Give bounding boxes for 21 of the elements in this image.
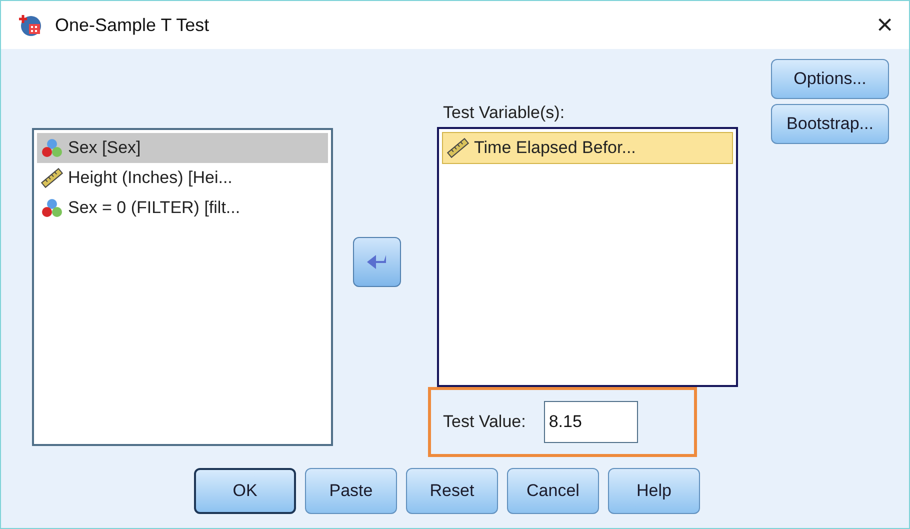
dialog-button[interactable]: OK bbox=[194, 468, 296, 514]
variable-item[interactable]: Time Elapsed Befor... bbox=[442, 132, 733, 164]
dialog-button[interactable]: Paste bbox=[305, 468, 397, 514]
dialog-button[interactable]: Reset bbox=[406, 468, 498, 514]
dialog-button[interactable]: Options... bbox=[771, 59, 889, 99]
variable-item[interactable]: Sex = 0 (FILTER) [filt... bbox=[37, 193, 328, 223]
dialog-button[interactable]: Help bbox=[608, 468, 700, 514]
nominal-variable-icon bbox=[41, 138, 63, 158]
variable-item[interactable]: Height (Inches) [Hei... bbox=[37, 163, 328, 193]
arrow-icon bbox=[366, 253, 388, 271]
test-value-field[interactable]: 8.15 bbox=[544, 401, 638, 443]
move-arrow-button[interactable] bbox=[353, 237, 401, 287]
window-title: One-Sample T Test bbox=[55, 14, 210, 36]
variable-item[interactable]: Sex [Sex] bbox=[37, 133, 328, 163]
dialog-button[interactable]: Bootstrap... bbox=[771, 104, 889, 144]
test-variables-label: Test Variable(s): bbox=[443, 103, 566, 123]
close-button[interactable]: × bbox=[876, 9, 893, 41]
nominal-variable-icon bbox=[41, 198, 63, 218]
test-value-label: Test Value: bbox=[443, 412, 526, 432]
app-icon bbox=[19, 13, 43, 37]
dialog-button[interactable]: Cancel bbox=[507, 468, 599, 514]
